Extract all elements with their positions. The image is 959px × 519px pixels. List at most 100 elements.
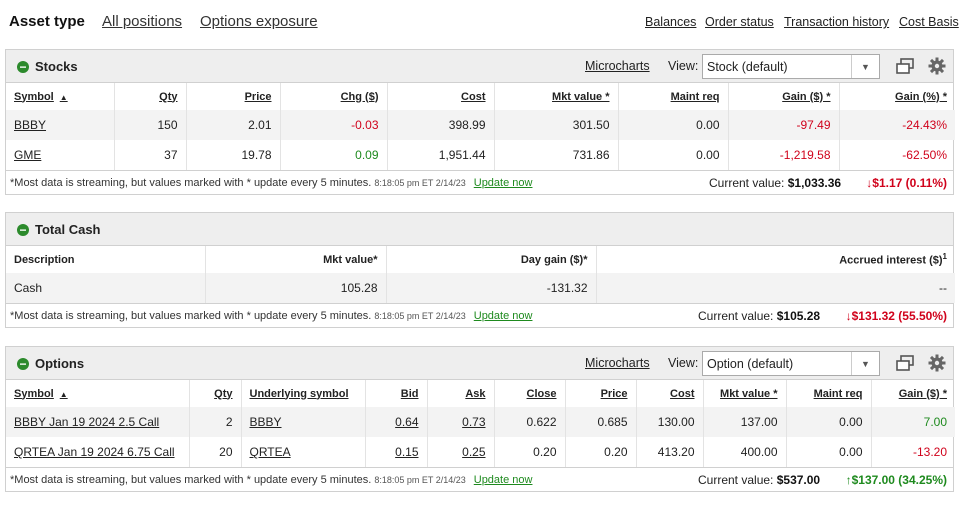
cell-price: 0.20 — [564, 437, 636, 467]
cell-gain-dollar: -13.20 — [870, 437, 955, 467]
col-ask[interactable]: Ask — [426, 380, 494, 407]
sort-up-icon: ▲ — [59, 389, 68, 399]
timestamp: 8:18:05 pm ET 2/14/23 — [374, 178, 466, 188]
update-now-link[interactable]: Update now — [474, 474, 533, 486]
col-price[interactable]: Price — [564, 380, 636, 407]
nav-cost-basis[interactable]: Cost Basis — [899, 15, 959, 29]
options-footer: *Most data is streaming, but values mark… — [6, 467, 953, 491]
underlying-symbol-link[interactable]: QRTEA — [240, 437, 365, 467]
col-gain-dollar[interactable]: Gain ($) * — [870, 380, 955, 407]
bid-link[interactable]: 0.15 — [364, 437, 427, 467]
options-title: Options — [35, 356, 85, 371]
col-description: Description — [14, 253, 75, 266]
options-view-value: Option (default) — [707, 357, 794, 371]
underlying-symbol-link[interactable]: BBBY — [240, 407, 365, 437]
col-chg[interactable]: Chg ($) — [279, 83, 387, 110]
cell-day-gain: -131.32 — [385, 273, 596, 303]
symbol-link[interactable]: BBBY Jan 19 2024 2.5 Call — [6, 407, 189, 437]
nav-options-exposure[interactable]: Options exposure — [200, 13, 318, 30]
gear-icon[interactable] — [928, 354, 946, 372]
options-view-select[interactable]: Option (default) ▼ — [702, 351, 880, 376]
options-panel: − Options Microcharts View: Option (defa… — [5, 346, 955, 492]
nav-asset-type[interactable]: Asset type — [9, 13, 85, 30]
bid-link[interactable]: 0.64 — [364, 407, 427, 437]
cell-price: 0.685 — [564, 407, 636, 437]
cell-gain-pct: -62.50% — [838, 140, 955, 170]
stocks-view-select[interactable]: Stock (default) ▼ — [702, 54, 880, 79]
streaming-note: *Most data is streaming, but values mark… — [10, 474, 533, 486]
streaming-note: *Most data is streaming, but values mark… — [10, 177, 533, 189]
cash-title: Total Cash — [35, 222, 101, 237]
streaming-note: *Most data is streaming, but values mark… — [10, 310, 533, 322]
stocks-collapse-toggle[interactable]: − Stocks — [17, 59, 78, 74]
col-bid[interactable]: Bid — [364, 380, 427, 407]
update-now-link[interactable]: Update now — [474, 177, 533, 189]
popout-icon[interactable] — [896, 58, 914, 74]
nav-transaction-history[interactable]: Transaction history — [784, 15, 889, 29]
current-value: Current value: $537.00 — [698, 473, 821, 487]
cell-close: 0.20 — [493, 437, 565, 467]
nav-balances[interactable]: Balances — [645, 15, 696, 29]
options-panel-header: − Options Microcharts View: Option (defa… — [6, 347, 953, 380]
cell-cost: 398.99 — [386, 110, 494, 140]
cell-description: Cash — [6, 273, 205, 303]
nav-order-status[interactable]: Order status — [705, 15, 774, 29]
options-collapse-toggle[interactable]: − Options — [17, 356, 84, 371]
cash-footer: *Most data is streaming, but values mark… — [6, 303, 953, 327]
col-symbol[interactable]: Symbol ▲ — [6, 380, 189, 407]
col-maint-req[interactable]: Maint req — [785, 380, 871, 407]
timestamp: 8:18:05 pm ET 2/14/23 — [374, 311, 466, 321]
table-row: BBBY 150 2.01 -0.03 398.99 301.50 0.00 -… — [6, 110, 955, 140]
nav-all-positions[interactable]: All positions — [102, 13, 182, 30]
col-close[interactable]: Close — [493, 380, 565, 407]
symbol-link[interactable]: QRTEA Jan 19 2024 6.75 Call — [6, 437, 189, 467]
update-now-link[interactable]: Update now — [474, 310, 533, 322]
col-qty[interactable]: Qty — [113, 83, 186, 110]
col-mkt-value[interactable]: Mkt value * — [493, 83, 618, 110]
col-symbol[interactable]: Symbol ▲ — [6, 83, 114, 110]
ask-link[interactable]: 0.73 — [426, 407, 494, 437]
col-price[interactable]: Price — [185, 83, 280, 110]
cell-qty: 37 — [113, 140, 186, 170]
collapse-icon: − — [17, 60, 29, 73]
popout-icon[interactable] — [896, 355, 914, 371]
col-qty[interactable]: Qty — [188, 380, 241, 407]
col-gain-pct[interactable]: Gain (%) * — [838, 83, 955, 110]
col-accrued-interest: Accrued interest ($)1 — [595, 246, 955, 273]
cell-qty: 20 — [188, 437, 241, 467]
symbol-link[interactable]: BBBY — [6, 110, 114, 140]
stocks-panel: − Stocks Microcharts View: Stock (defaul… — [5, 49, 955, 195]
col-maint-req[interactable]: Maint req — [617, 83, 728, 110]
col-cost[interactable]: Cost — [386, 83, 494, 110]
value-change: ↓$131.32 (55.50%) — [845, 309, 947, 323]
stocks-table: Symbol ▲ Qty Price Chg ($) Cost Mkt value… — [6, 83, 955, 170]
stocks-microcharts-link[interactable]: Microcharts — [585, 59, 650, 73]
table-row: Cash 105.28 -131.32 -- — [6, 273, 955, 303]
cell-qty: 2 — [188, 407, 241, 437]
cell-gain-dollar: 7.00 — [870, 407, 955, 437]
col-gain-dollar[interactable]: Gain ($) * — [727, 83, 839, 110]
col-mkt-value[interactable]: Mkt value * — [702, 380, 786, 407]
options-view-label: View: — [668, 356, 699, 370]
cell-chg: 0.09 — [279, 140, 387, 170]
col-day-gain: Day gain ($)* — [385, 246, 596, 273]
ask-link[interactable]: 0.25 — [426, 437, 494, 467]
cell-maint-req: 0.00 — [617, 140, 728, 170]
col-underlying-symbol[interactable]: Underlying symbol — [240, 380, 365, 407]
stocks-footer: *Most data is streaming, but values mark… — [6, 170, 953, 194]
options-microcharts-link[interactable]: Microcharts — [585, 356, 650, 370]
sort-up-icon: ▲ — [59, 92, 68, 102]
col-cost[interactable]: Cost — [635, 380, 703, 407]
cell-mkt-value: 137.00 — [702, 407, 786, 437]
stocks-view-label: View: — [668, 59, 699, 73]
cash-collapse-toggle[interactable]: − Total Cash — [17, 222, 101, 237]
symbol-link[interactable]: GME — [6, 140, 114, 170]
cell-maint-req: 0.00 — [785, 407, 871, 437]
cell-cost: 1,951.44 — [386, 140, 494, 170]
cell-mkt-value: 301.50 — [493, 110, 618, 140]
cash-panel: − Total Cash Description Mkt value* Day … — [5, 212, 955, 328]
current-value: Current value: $105.28 — [698, 309, 821, 323]
gear-icon[interactable] — [928, 57, 946, 75]
cell-qty: 150 — [113, 110, 186, 140]
cell-mkt-value: 731.86 — [493, 140, 618, 170]
